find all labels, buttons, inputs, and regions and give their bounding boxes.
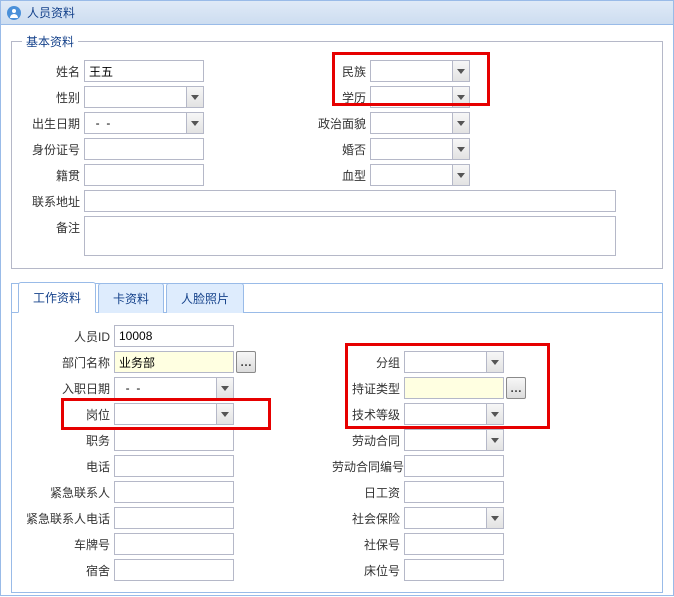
tab-body-work: 人员ID 部门名称 … 分组 bbox=[12, 313, 662, 597]
group-select[interactable] bbox=[404, 351, 504, 373]
gender-select[interactable] bbox=[84, 86, 204, 108]
duty-input[interactable] bbox=[114, 429, 234, 451]
label-cert-type: 持证类型 bbox=[332, 380, 404, 397]
ssn-input[interactable] bbox=[404, 533, 504, 555]
label-contract-no: 劳动合同编号 bbox=[332, 458, 404, 475]
label-tech-level: 技术等级 bbox=[332, 406, 404, 423]
tab-card[interactable]: 卡资料 bbox=[98, 283, 164, 313]
name-input[interactable] bbox=[84, 60, 204, 82]
cert-type-lookup-button[interactable]: … bbox=[506, 377, 526, 399]
dept-lookup-button[interactable]: … bbox=[236, 351, 256, 373]
label-name: 姓名 bbox=[22, 63, 84, 80]
phone-input[interactable] bbox=[114, 455, 234, 477]
label-phone: 电话 bbox=[22, 458, 114, 475]
label-insurance: 社会保险 bbox=[332, 510, 404, 527]
chevron-down-icon[interactable] bbox=[186, 87, 203, 107]
hire-date-picker[interactable] bbox=[114, 377, 234, 399]
label-emergency-phone: 紧急联系人电话 bbox=[22, 510, 114, 527]
chevron-down-icon[interactable] bbox=[216, 378, 233, 398]
dorm-input[interactable] bbox=[114, 559, 234, 581]
label-marriage: 婚否 bbox=[308, 141, 370, 158]
political-select[interactable] bbox=[370, 112, 470, 134]
basic-info-legend: 基本资料 bbox=[22, 33, 78, 50]
label-ssn: 社保号 bbox=[332, 536, 404, 553]
blood-select[interactable] bbox=[370, 164, 470, 186]
dept-input[interactable] bbox=[114, 351, 234, 373]
label-duty: 职务 bbox=[22, 432, 114, 449]
chevron-down-icon[interactable] bbox=[216, 404, 233, 424]
label-bed: 床位号 bbox=[332, 562, 404, 579]
chevron-down-icon[interactable] bbox=[186, 113, 203, 133]
marriage-select[interactable] bbox=[370, 138, 470, 160]
label-hire-date: 入职日期 bbox=[22, 380, 114, 397]
label-birth: 出生日期 bbox=[22, 115, 84, 132]
label-native: 籍贯 bbox=[22, 167, 84, 184]
nation-select[interactable] bbox=[370, 60, 470, 82]
detail-tabs: 工作资料 卡资料 人脸照片 人员ID 部门名称 … bbox=[11, 283, 663, 593]
cert-type-input[interactable] bbox=[404, 377, 504, 399]
label-idno: 身份证号 bbox=[22, 141, 84, 158]
label-remark: 备注 bbox=[22, 216, 84, 236]
chevron-down-icon[interactable] bbox=[486, 430, 503, 450]
plate-input[interactable] bbox=[114, 533, 234, 555]
contract-select[interactable] bbox=[404, 429, 504, 451]
native-input[interactable] bbox=[84, 164, 204, 186]
chevron-down-icon[interactable] bbox=[486, 352, 503, 372]
day-wage-input[interactable] bbox=[404, 481, 504, 503]
label-nation: 民族 bbox=[308, 63, 370, 80]
label-education: 学历 bbox=[308, 89, 370, 106]
chevron-down-icon[interactable] bbox=[452, 61, 469, 81]
window-title: 人员资料 bbox=[27, 4, 75, 21]
label-plate: 车牌号 bbox=[22, 536, 114, 553]
label-contact-addr: 联系地址 bbox=[22, 193, 84, 210]
label-dept: 部门名称 bbox=[22, 354, 114, 371]
bed-input[interactable] bbox=[404, 559, 504, 581]
chevron-down-icon[interactable] bbox=[486, 508, 503, 528]
contract-no-input[interactable] bbox=[404, 455, 504, 477]
remark-textarea[interactable] bbox=[84, 216, 616, 256]
basic-info-group: 基本资料 姓名 民族 性别 bbox=[11, 33, 663, 269]
birth-date-picker[interactable] bbox=[84, 112, 204, 134]
label-day-wage: 日工资 bbox=[332, 484, 404, 501]
tab-face[interactable]: 人脸照片 bbox=[166, 283, 244, 313]
label-dorm: 宿舍 bbox=[22, 562, 114, 579]
emergency-phone-input[interactable] bbox=[114, 507, 234, 529]
chevron-down-icon[interactable] bbox=[452, 165, 469, 185]
chevron-down-icon[interactable] bbox=[452, 87, 469, 107]
tech-level-select[interactable] bbox=[404, 403, 504, 425]
chevron-down-icon[interactable] bbox=[452, 113, 469, 133]
label-person-id: 人员ID bbox=[22, 328, 114, 345]
label-emergency-contact: 紧急联系人 bbox=[22, 484, 114, 501]
tab-strip: 工作资料 卡资料 人脸照片 bbox=[12, 283, 662, 313]
user-icon bbox=[7, 6, 21, 20]
post-select[interactable] bbox=[114, 403, 234, 425]
tab-work[interactable]: 工作资料 bbox=[18, 282, 96, 313]
chevron-down-icon[interactable] bbox=[486, 404, 503, 424]
chevron-down-icon[interactable] bbox=[452, 139, 469, 159]
label-group: 分组 bbox=[332, 354, 404, 371]
label-political: 政治面貌 bbox=[308, 115, 370, 132]
label-post: 岗位 bbox=[22, 406, 114, 423]
education-select[interactable] bbox=[370, 86, 470, 108]
idno-input[interactable] bbox=[84, 138, 204, 160]
person-id-input[interactable] bbox=[114, 325, 234, 347]
label-gender: 性别 bbox=[22, 89, 84, 106]
label-contract: 劳动合同 bbox=[332, 432, 404, 449]
insurance-select[interactable] bbox=[404, 507, 504, 529]
label-blood: 血型 bbox=[308, 167, 370, 184]
emergency-contact-input[interactable] bbox=[114, 481, 234, 503]
window-titlebar: 人员资料 bbox=[1, 1, 673, 25]
contact-addr-input[interactable] bbox=[84, 190, 616, 212]
